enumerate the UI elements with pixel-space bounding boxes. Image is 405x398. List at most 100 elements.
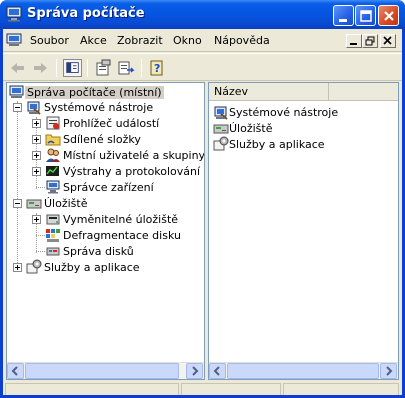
computer-management-icon <box>6 6 22 22</box>
tree-connector <box>17 101 18 265</box>
computer-icon <box>9 85 24 98</box>
collapse-toggle[interactable] <box>13 199 22 208</box>
list-item-label: Úložiště <box>229 121 273 135</box>
tree-item-local-users[interactable]: Místní uživatelé a skupiny <box>45 147 205 163</box>
services-icon <box>26 259 42 274</box>
scroll-left-button[interactable] <box>7 363 24 379</box>
toolbar-separator <box>56 59 57 77</box>
child-close-button[interactable] <box>380 34 396 48</box>
help-icon[interactable]: ? <box>148 59 167 77</box>
status-cell <box>283 383 399 395</box>
tree-item-defrag[interactable]: Defragmentace disku <box>45 227 183 243</box>
child-minimize-button[interactable] <box>346 34 362 48</box>
expand-toggle[interactable] <box>32 215 41 224</box>
tree-label: Prohlížeč událostí <box>63 116 160 130</box>
tools-icon <box>27 101 41 115</box>
arrow-left-icon <box>213 366 220 376</box>
list-item[interactable]: Služby a aplikace <box>213 136 325 152</box>
tree-label: Sdílené složky <box>63 132 141 146</box>
maximize-button[interactable] <box>355 5 376 26</box>
toolbar: ? <box>3 53 402 81</box>
restore-icon <box>365 36 375 46</box>
tree-label: Defragmentace disku <box>63 228 181 242</box>
menu-okno[interactable]: Okno <box>173 34 202 47</box>
status-bar <box>3 383 402 395</box>
back-arrow-icon[interactable] <box>8 59 27 77</box>
expand-toggle[interactable] <box>32 135 41 144</box>
tools-icon <box>214 106 228 120</box>
list-pane[interactable]: Název Systémové nástroje Úložiště Služby… <box>208 82 399 380</box>
tree-item-shared-folders[interactable]: Sdílené složky <box>45 131 143 147</box>
title-bar[interactable]: Správa počítače <box>0 0 405 29</box>
list-item-label: Systémové nástroje <box>229 105 339 119</box>
tree-item-alerts[interactable]: Výstrahy a protokolování výk <box>45 163 204 179</box>
device-manager-icon <box>46 180 60 194</box>
tree-label: Správce zařízení <box>63 180 154 194</box>
column-header-name[interactable]: Název <box>209 83 329 100</box>
tree-item-services[interactable]: Služby a aplikace <box>26 259 142 275</box>
tree-label: Úložiště <box>44 196 88 210</box>
menu-napoveda[interactable]: Nápověda <box>214 34 270 47</box>
services-icon <box>213 136 229 151</box>
tree-connector <box>36 251 45 252</box>
window-title: Správa počítače <box>27 6 145 21</box>
tree-label: Místní uživatelé a skupiny <box>63 148 205 162</box>
tree-item-system-tools[interactable]: Systémové nástroje <box>26 99 155 115</box>
system-menu-icon[interactable] <box>6 33 23 48</box>
app-window: Správa počítače Soubor Akce Zobrazit Okn… <box>0 0 405 398</box>
menu-zobrazit[interactable]: Zobrazit <box>117 34 163 47</box>
scroll-right-button[interactable] <box>380 363 397 379</box>
status-cell <box>5 383 179 395</box>
tree-label: Systémové nástroje <box>44 100 154 114</box>
expand-toggle[interactable] <box>32 167 41 176</box>
tree-connector <box>36 235 45 236</box>
list-horizontal-scrollbar[interactable] <box>209 362 398 379</box>
toolbar-separator <box>141 59 142 77</box>
scroll-right-button[interactable] <box>186 363 203 379</box>
minimize-icon <box>350 43 357 45</box>
tree-label: Vyměnitelné úložiště <box>63 212 179 226</box>
expand-toggle[interactable] <box>32 119 41 128</box>
scroll-thumb[interactable] <box>227 363 379 379</box>
show-hide-tree-icon[interactable] <box>63 59 82 77</box>
export-list-icon[interactable] <box>116 59 135 77</box>
tree-label: Správa disků <box>63 244 134 258</box>
scroll-thumb[interactable] <box>25 363 179 379</box>
tree-item-storage[interactable]: Úložiště <box>26 195 89 211</box>
minimize-icon <box>339 19 347 22</box>
tree-label: Správa počítače (místní) <box>25 85 164 99</box>
window-frame: Soubor Akce Zobrazit Okno Nápověda ? Spr… <box>3 29 402 395</box>
disk-management-icon <box>46 247 60 256</box>
collapse-toggle[interactable] <box>13 103 22 112</box>
users-icon <box>46 148 60 162</box>
list-item[interactable]: Systémové nástroje <box>213 104 338 120</box>
menu-akce[interactable]: Akce <box>80 34 107 47</box>
scroll-left-button[interactable] <box>209 363 226 379</box>
tree-item-device-manager[interactable]: Správce zařízení <box>45 179 156 195</box>
storage-icon <box>213 124 229 134</box>
arrow-right-icon <box>386 366 393 376</box>
child-restore-button[interactable] <box>362 34 378 48</box>
minimize-button[interactable] <box>333 5 354 26</box>
tree-label: Služby a aplikace <box>44 260 140 274</box>
menu-soubor[interactable]: Soubor <box>30 34 69 47</box>
performance-logs-icon <box>46 166 59 176</box>
forward-arrow-icon[interactable] <box>31 59 50 77</box>
list-item[interactable]: Úložiště <box>213 120 272 136</box>
tree-item-event-viewer[interactable]: Prohlížeč událostí <box>45 115 161 131</box>
tree-item-removable-storage[interactable]: Vyměnitelné úložiště <box>45 211 180 227</box>
expand-toggle[interactable] <box>13 263 22 272</box>
tree-pane[interactable]: Správa počítače (místní) Systémové nástr… <box>6 82 205 380</box>
tree-item-disk-management[interactable]: Správa disků <box>45 243 136 259</box>
list-item-label: Služby a aplikace <box>229 137 325 151</box>
properties-icon[interactable] <box>93 59 112 77</box>
list-header: Název <box>209 83 398 101</box>
shared-folder-icon <box>45 134 61 146</box>
close-button[interactable] <box>378 5 399 26</box>
expand-toggle[interactable] <box>32 151 41 160</box>
storage-icon <box>26 199 42 209</box>
menu-bar: Soubor Akce Zobrazit Okno Nápověda <box>3 29 402 52</box>
tree-horizontal-scrollbar[interactable] <box>7 362 204 379</box>
toolbar-separator <box>87 59 88 77</box>
tree-item-root[interactable]: Správa počítače (místní) <box>9 84 164 100</box>
